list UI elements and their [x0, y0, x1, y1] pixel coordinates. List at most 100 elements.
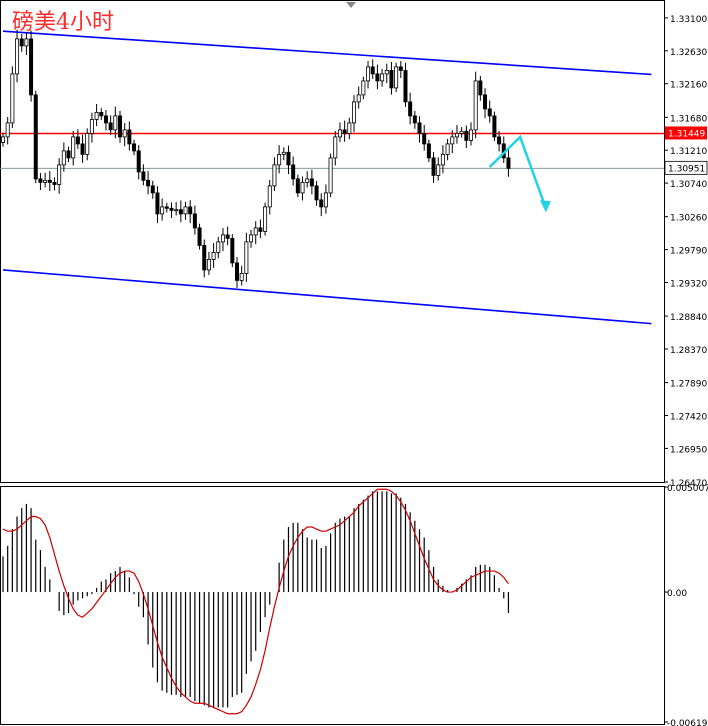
candle-body [132, 143, 137, 152]
candle-body [464, 130, 469, 141]
candle [206, 251, 211, 275]
candle-body [127, 129, 132, 145]
candle-body [192, 213, 197, 229]
oscillator-panel: 0.005007 0.00 -0.006194 [0, 484, 708, 726]
candle-body [71, 136, 76, 159]
candle [478, 75, 483, 101]
candle [380, 68, 385, 87]
candle [239, 265, 244, 286]
candle [351, 95, 356, 133]
candle-body [47, 179, 52, 183]
candle-body [422, 132, 427, 145]
candle [295, 174, 300, 198]
chart-svg: 1.33100 1.32630 1.32160 1.31680 1.31210 1.307… [0, 0, 708, 726]
candle [464, 125, 469, 148]
price-tick-label: 1.30740 [670, 180, 707, 190]
candle-body [75, 136, 80, 145]
candle [174, 202, 179, 216]
candle [66, 146, 71, 163]
candle [277, 145, 282, 174]
candle [57, 158, 62, 194]
candle-body [249, 234, 254, 243]
candle-body [487, 108, 492, 117]
candle [169, 202, 174, 218]
price-tick-label: 1.27890 [670, 380, 707, 390]
candle-body [314, 185, 319, 201]
candle [108, 115, 113, 135]
candle [47, 171, 52, 191]
candle-body [239, 272, 244, 281]
price-tick-label: 1.28840 [670, 313, 707, 323]
candle [417, 116, 422, 143]
candle-body [497, 136, 502, 145]
candle [337, 122, 342, 142]
candle-body [103, 115, 108, 124]
candle [487, 100, 492, 123]
candle [426, 139, 431, 163]
channel-upper-line [2, 30, 652, 76]
oscillator-panel-border [0, 486, 665, 725]
price-tick-label: 1.33100 [670, 15, 707, 25]
candle-body [108, 122, 113, 131]
chart-root: 1.33100 1.32630 1.32160 1.31680 1.31210 1.307… [0, 0, 708, 726]
candle-body [323, 192, 328, 208]
candle-body [99, 112, 104, 117]
candle [286, 145, 291, 175]
candle-body [291, 164, 296, 180]
candle-body [258, 227, 263, 232]
candle-body [342, 129, 347, 134]
candle [403, 62, 408, 107]
candle [127, 121, 132, 151]
candle [300, 176, 305, 201]
candle-body [178, 209, 183, 215]
candle [445, 138, 450, 161]
projection-path [488, 134, 548, 209]
candle [85, 128, 90, 161]
candle-body [155, 192, 160, 215]
candle-body [473, 80, 478, 131]
candle [263, 202, 268, 236]
candle [29, 30, 34, 102]
candle-body [211, 251, 216, 260]
candle-body [267, 185, 272, 208]
candle [52, 177, 57, 191]
candle-body [272, 164, 277, 187]
chart-title: 磅美4小时 [12, 10, 114, 35]
candle [183, 201, 188, 220]
candle-body [281, 151, 286, 155]
candle [202, 239, 207, 278]
candle-body [309, 178, 314, 187]
candle-body [61, 150, 66, 166]
candle-body [370, 66, 375, 75]
candle-body [202, 244, 207, 271]
candle-body [403, 70, 408, 103]
candle [0, 132, 6, 147]
candle-body [216, 241, 221, 253]
candle-body [19, 38, 24, 47]
candle [89, 112, 94, 143]
candle-body [459, 130, 464, 134]
candle [468, 122, 473, 146]
candle [141, 164, 146, 186]
candle [375, 64, 380, 90]
candle [5, 117, 10, 145]
candle-body [333, 136, 338, 159]
candle [267, 180, 272, 215]
candle [136, 145, 141, 180]
candle-body [450, 136, 455, 145]
candle-body [230, 237, 235, 264]
candle-body [412, 115, 417, 124]
candle-body [337, 129, 342, 138]
main-panel-border [0, 0, 665, 483]
candle-body [277, 153, 282, 166]
candle [122, 123, 127, 147]
candle-body [431, 157, 436, 176]
candle [436, 157, 441, 181]
candle-body [89, 119, 94, 134]
candle-body [380, 73, 385, 82]
candle [75, 129, 80, 149]
candle-body [150, 185, 155, 194]
candle [15, 29, 20, 83]
candle-body [361, 80, 366, 96]
candle-body [253, 227, 258, 236]
